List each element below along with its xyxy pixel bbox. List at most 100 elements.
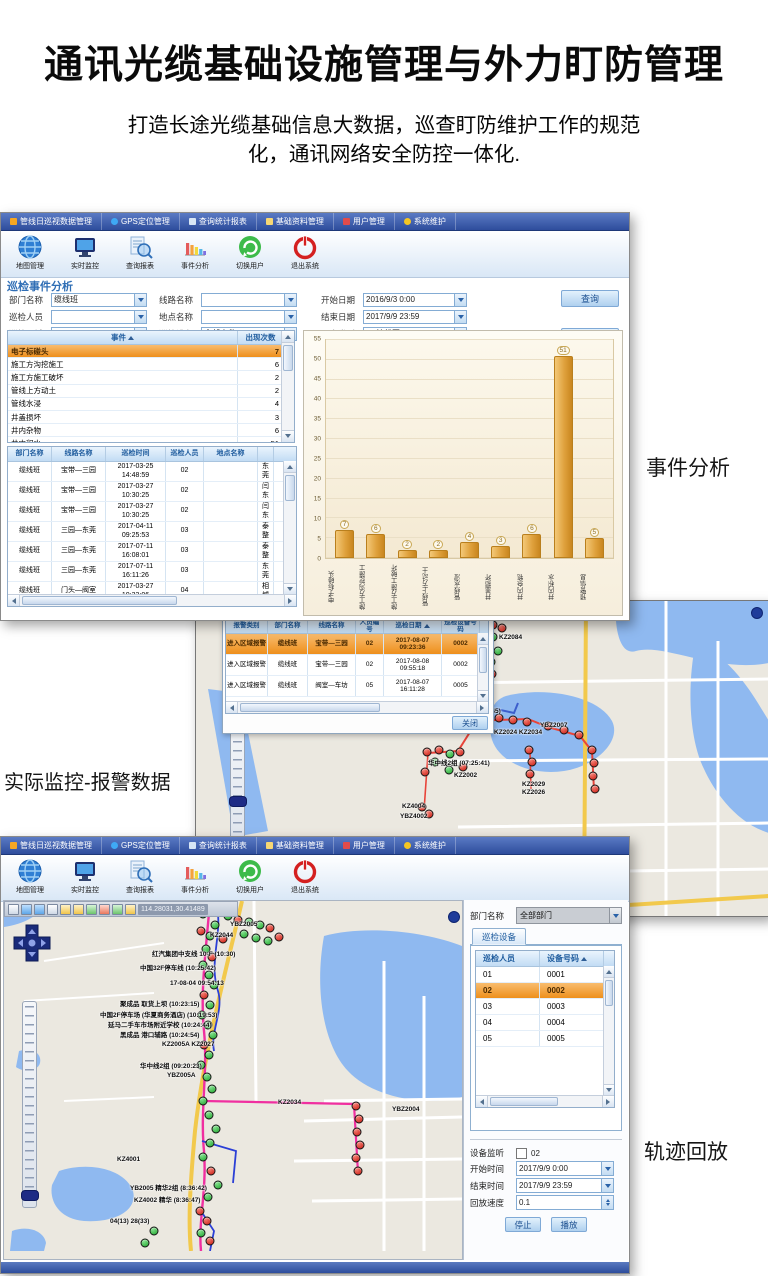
dropdown-arrow-icon[interactable]: [134, 294, 146, 306]
map-marker-green[interactable]: [141, 1239, 150, 1248]
query-button[interactable]: 查询: [561, 290, 619, 307]
menu-item-3[interactable]: 基础资料管理: [257, 837, 334, 854]
scroll-up-icon[interactable]: [284, 461, 296, 473]
map-marker-red[interactable]: [206, 1237, 215, 1246]
scroll-left-icon[interactable]: [226, 702, 238, 713]
horizontal-scrollbar[interactable]: [8, 594, 296, 606]
dropdown-arrow-icon[interactable]: [601, 1162, 613, 1175]
zoom-in-icon[interactable]: [34, 904, 45, 915]
table-row[interactable]: 进入区域报警缆线班宝带—三园022017-08-07 09:23:360002: [226, 634, 488, 655]
stop-button[interactable]: 停止: [505, 1217, 541, 1232]
map-marker-red[interactable]: [575, 731, 584, 740]
scroll-thumb[interactable]: [22, 596, 177, 605]
close-button[interactable]: 关闭: [452, 716, 488, 730]
scroll-track[interactable]: [282, 343, 294, 430]
table-row[interactable]: 030003: [476, 999, 614, 1015]
scroll-up-icon[interactable]: [604, 966, 614, 978]
map-marker-green[interactable]: [209, 1031, 218, 1040]
spinner-icon[interactable]: [601, 1196, 613, 1209]
monitor-checkbox[interactable]: [516, 1148, 527, 1159]
play-button[interactable]: 播放: [551, 1217, 587, 1232]
map-marker-red[interactable]: [589, 772, 598, 781]
scroll-left-icon[interactable]: [476, 1096, 488, 1107]
vertical-scrollbar[interactable]: [603, 966, 614, 1096]
department-select[interactable]: 全部部门: [516, 907, 622, 924]
map-marker-red[interactable]: [525, 746, 534, 755]
menu-item-1[interactable]: GPS定位管理: [102, 837, 180, 854]
map-marker-red[interactable]: [528, 758, 537, 767]
table-row[interactable]: 施工方沟挖施工6: [8, 358, 294, 371]
marker-tool-icon[interactable]: [99, 904, 110, 915]
menu-item-4[interactable]: 用户管理: [334, 213, 395, 230]
zoom-slider[interactable]: [22, 1001, 37, 1208]
map-marker-red[interactable]: [355, 1115, 364, 1124]
scroll-right-icon[interactable]: [476, 702, 488, 713]
map-marker-green[interactable]: [205, 1051, 214, 1060]
table-row[interactable]: 井内积水51: [8, 437, 294, 443]
map-type-button[interactable]: [751, 607, 763, 619]
table-row[interactable]: 040004: [476, 1015, 614, 1031]
scroll-up-icon[interactable]: [478, 633, 488, 645]
scroll-track[interactable]: [478, 645, 488, 690]
filter-field[interactable]: [51, 310, 147, 324]
scroll-thumb[interactable]: [240, 703, 380, 712]
layers-icon[interactable]: [86, 904, 97, 915]
table-row[interactable]: 缆线班三园—东莞2017-04-11 09:25:5303泰整: [8, 522, 296, 542]
table-row[interactable]: 050005: [476, 1031, 614, 1047]
menu-item-0[interactable]: 管线日巡视数据管理: [1, 837, 102, 854]
tab-inspection-device[interactable]: 巡检设备: [472, 928, 526, 945]
scroll-track[interactable]: [20, 595, 284, 606]
table-row[interactable]: 缆线班宝带—三园2017-03-27 10:30:2502闫东: [8, 502, 296, 522]
speed-stepper[interactable]: 0.1: [516, 1195, 614, 1210]
map-marker-green[interactable]: [208, 1085, 217, 1094]
event-analysis-button[interactable]: 事件分析: [172, 856, 218, 901]
table-row[interactable]: 管线上方动土2: [8, 385, 294, 398]
scroll-track[interactable]: [488, 1096, 602, 1107]
scroll-left-icon[interactable]: [8, 595, 20, 606]
menu-item-5[interactable]: 系统维护: [395, 837, 456, 854]
switch-user-button[interactable]: 切换用户: [227, 856, 273, 901]
table-row[interactable]: 进入区域报警缆线班宝带—三园022017-08-08 09:55:180002: [226, 655, 488, 676]
pan-icon[interactable]: [8, 904, 19, 915]
scroll-track[interactable]: [604, 978, 614, 1084]
scroll-track[interactable]: [238, 702, 476, 713]
dropdown-arrow-icon[interactable]: [284, 311, 296, 323]
map-marker-red[interactable]: [421, 768, 430, 777]
map-manage-button[interactable]: 地图管理: [7, 856, 53, 901]
dropdown-arrow-icon[interactable]: [284, 294, 296, 306]
map-marker-red[interactable]: [356, 1141, 365, 1150]
switch-user-button[interactable]: 切换用户: [227, 232, 273, 277]
map-type-button[interactable]: [448, 911, 460, 923]
filter-field[interactable]: 缆线班: [51, 293, 147, 307]
dropdown-arrow-icon[interactable]: [601, 1179, 613, 1192]
map-marker-green[interactable]: [197, 1229, 206, 1238]
scroll-thumb[interactable]: [479, 647, 487, 673]
scroll-thumb[interactable]: [490, 1097, 558, 1106]
menu-item-0[interactable]: 管线日巡视数据管理: [1, 213, 102, 230]
horizontal-scrollbar[interactable]: [226, 701, 488, 713]
filter-field[interactable]: [201, 293, 297, 307]
vertical-scrollbar[interactable]: [283, 461, 296, 595]
zoom-slider-track[interactable]: [233, 714, 242, 856]
map-marker-red[interactable]: [523, 718, 532, 727]
spin-down-icon[interactable]: [606, 1203, 610, 1208]
draw-icon[interactable]: [73, 904, 84, 915]
table-row[interactable]: 020002: [476, 983, 614, 999]
map-marker-green[interactable]: [214, 1181, 223, 1190]
map-marker-red[interactable]: [354, 1167, 363, 1176]
scroll-thumb[interactable]: [283, 345, 293, 371]
map-marker-green[interactable]: [199, 1153, 208, 1162]
event-analysis-button[interactable]: 事件分析: [172, 232, 218, 277]
horizontal-scrollbar[interactable]: [476, 1095, 614, 1107]
scroll-down-icon[interactable]: [282, 430, 294, 442]
spin-up-icon[interactable]: [606, 1197, 610, 1202]
table-row[interactable]: 进入区域报警缆线班阀室—车坊052017-08-07 16:11:280005: [226, 676, 488, 697]
scroll-right-icon[interactable]: [284, 595, 296, 606]
table-row[interactable]: 缆线班三园—东莞2017-07-11 16:11:2603东莞: [8, 562, 296, 582]
scroll-thumb[interactable]: [605, 980, 613, 1006]
map-marker-red[interactable]: [352, 1154, 361, 1163]
map-marker-green[interactable]: [264, 937, 273, 946]
map-marker-red[interactable]: [203, 1217, 212, 1226]
zoom-slider-handle[interactable]: [21, 1190, 39, 1201]
refresh-map-icon[interactable]: [112, 904, 123, 915]
